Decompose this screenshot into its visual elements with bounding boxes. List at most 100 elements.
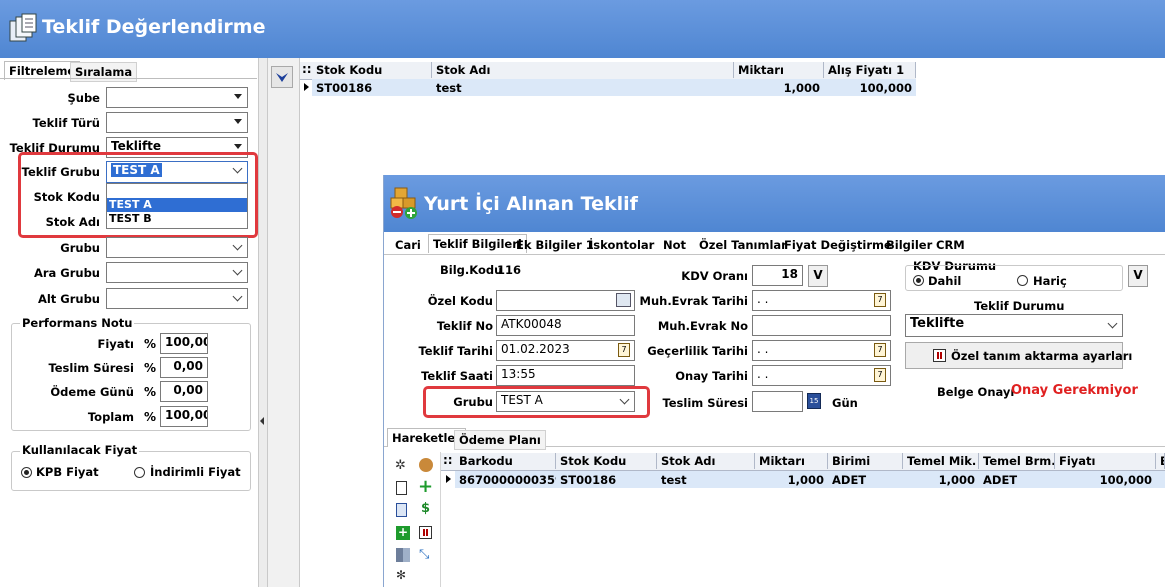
tab-fiyat-degistirme[interactable]: Fiyat Değiştirme [780, 236, 896, 254]
gecerlilik-tarihi-input[interactable]: . . 7 [752, 340, 891, 361]
add-icon[interactable]: + [418, 478, 433, 496]
tab-crm[interactable]: CRM [932, 236, 969, 254]
tab-ozel-tanimlar[interactable]: Özel Tanımlar [695, 236, 791, 254]
collapse-button[interactable] [271, 66, 293, 88]
teslim-suresi-input[interactable] [752, 391, 803, 412]
document-list-icon[interactable] [396, 503, 407, 517]
lookup-icon[interactable] [616, 293, 631, 307]
ozel-tanim-label: Özel tanım aktarma ayarları [951, 349, 1133, 363]
muh-evrak-tarihi-label: Muh.Evrak Tarihi [639, 294, 749, 308]
settings-icon[interactable]: ✲ [395, 459, 409, 473]
chevron-down-icon [232, 240, 243, 251]
col-stok-adi[interactable]: Stok Adı [657, 453, 755, 469]
kdv-durumu-button[interactable]: V [1128, 265, 1148, 287]
perf-teslim-label: Teslim Süresi [48, 361, 134, 375]
tab-cari[interactable]: Cari [391, 236, 425, 254]
calendar-icon[interactable]: 7 [874, 368, 886, 382]
col-fiyati[interactable]: Fiyatı [1055, 453, 1156, 469]
kdv-haric-radio[interactable] [1017, 275, 1028, 286]
dropdown-arrow-icon [234, 144, 242, 149]
perf-teslim-input[interactable]: 0,00 [160, 357, 208, 378]
indirimli-fiyat-radio[interactable] [134, 467, 145, 478]
bilg-kodu-label: Bilg.Kodu [440, 263, 503, 277]
tab-underline [0, 78, 257, 79]
cell-miktari: 1,000 [787, 473, 824, 487]
dialog-title: Yurt İçi Alınan Teklif [424, 193, 638, 215]
tab-odeme-plani[interactable]: Ödeme Planı [454, 430, 546, 450]
muh-evrak-tarihi-input[interactable]: . . 7 [752, 290, 891, 311]
alt-grubu-combo[interactable] [106, 288, 248, 309]
onay-tarihi-input[interactable]: . . 7 [752, 365, 891, 386]
teklif-turu-combo[interactable] [106, 112, 248, 133]
grubu-label: Grubu [60, 241, 100, 255]
col-temel-brm[interactable]: Temel Brm. [979, 453, 1055, 469]
calendar-icon[interactable]: 7 [618, 343, 630, 357]
gun-label: Gün [832, 396, 858, 410]
tab-not[interactable]: Not [659, 236, 690, 254]
splitter-arrow-icon [260, 417, 264, 425]
pause-icon[interactable] [419, 526, 432, 539]
kdv-orani-input[interactable]: 18 [752, 265, 803, 286]
highlight-box [18, 152, 258, 238]
col-alis-fiyati[interactable]: Alış Fiyatı 1 [824, 62, 916, 78]
chevron-down-icon [232, 291, 243, 302]
dialog-icon [389, 186, 421, 220]
perf-fiyati-input[interactable]: 100,00 [160, 333, 208, 354]
ozel-tanim-button[interactable]: Özel tanım aktarma ayarları [905, 342, 1132, 369]
cell-alis-fiyati: 100,000 [859, 81, 912, 95]
col-temel-mik[interactable]: Temel Mik. [903, 453, 979, 469]
cell-miktari: 1,000 [783, 81, 820, 95]
sube-combo[interactable] [106, 87, 248, 108]
building-icon[interactable] [396, 548, 410, 562]
tab-bilgiler[interactable]: Bilgiler [882, 236, 936, 254]
cell-stok-adi: test [436, 81, 462, 95]
col-stok-kodu[interactable]: Stok Kodu [312, 62, 432, 78]
teklif-durumu-combo[interactable]: Teklifte [905, 314, 1123, 337]
col-birimi[interactable]: Birimi [828, 453, 903, 469]
teklif-no-input[interactable]: ATK00048 [496, 315, 635, 336]
kdv-dahil-radio[interactable] [913, 275, 924, 286]
perf-unit: % [144, 410, 157, 424]
hareket-toolbar [384, 452, 441, 587]
dollar-icon[interactable]: $ [421, 502, 435, 516]
col-stok-adi[interactable]: Stok Adı [432, 62, 734, 78]
link-icon[interactable]: ⤡ [419, 548, 433, 562]
col-stok-kodu[interactable]: Stok Kodu [556, 453, 657, 469]
teklif-tarihi-input[interactable]: 01.02.2023 7 [496, 340, 635, 361]
ozel-kodu-input[interactable] [496, 290, 635, 311]
new-document-icon[interactable] [396, 481, 407, 495]
cell-temel-brm: ADET [983, 473, 1018, 487]
ara-grubu-combo[interactable] [106, 262, 248, 283]
cell-stok-kodu: ST00186 [560, 473, 617, 487]
muh-evrak-no-input[interactable] [752, 315, 891, 336]
tab-iskontolar[interactable]: İskontolar [585, 236, 658, 254]
dropdown-arrow-icon [234, 119, 242, 124]
kpb-fiyat-radio[interactable] [21, 467, 32, 478]
col-b[interactable]: B [1156, 453, 1165, 469]
cell-stok-kodu: ST00186 [316, 81, 373, 95]
indirimli-fiyat-label: İndirimli Fiyat [150, 465, 241, 479]
teklif-saati-input[interactable]: 13:55 [496, 365, 635, 386]
app-icon [8, 13, 38, 43]
kdv-orani-button[interactable]: V [808, 265, 828, 287]
bilg-kodu-value: 116 [497, 263, 522, 277]
tab-siralama[interactable]: Sıralama [70, 62, 138, 82]
perf-toplam-input[interactable]: 100,00 [160, 406, 208, 427]
box-icon[interactable] [419, 458, 433, 472]
calendar-icon[interactable]: 7 [874, 293, 886, 307]
toolbar-strip [268, 58, 300, 587]
add-row-icon[interactable]: + [396, 526, 410, 540]
gear-icon[interactable]: ✻ [396, 568, 410, 582]
perf-odeme-input[interactable]: 0,00 [160, 381, 208, 402]
splitter[interactable] [259, 58, 268, 587]
grubu-combo[interactable] [106, 237, 248, 258]
col-barkodu[interactable]: Barkodu [455, 453, 556, 469]
cell-barkodu: 8670000000359 [459, 473, 556, 487]
perf-toplam-label: Toplam [87, 410, 134, 424]
teslim-calendar-button[interactable]: 15 [807, 393, 821, 409]
chevron-down-icon [1107, 318, 1118, 329]
belge-onayi-value: Onay Gerekmiyor [1011, 383, 1138, 398]
col-miktari[interactable]: Miktarı [755, 453, 828, 469]
col-miktari[interactable]: Miktarı [734, 62, 824, 78]
calendar-icon[interactable]: 7 [874, 343, 886, 357]
